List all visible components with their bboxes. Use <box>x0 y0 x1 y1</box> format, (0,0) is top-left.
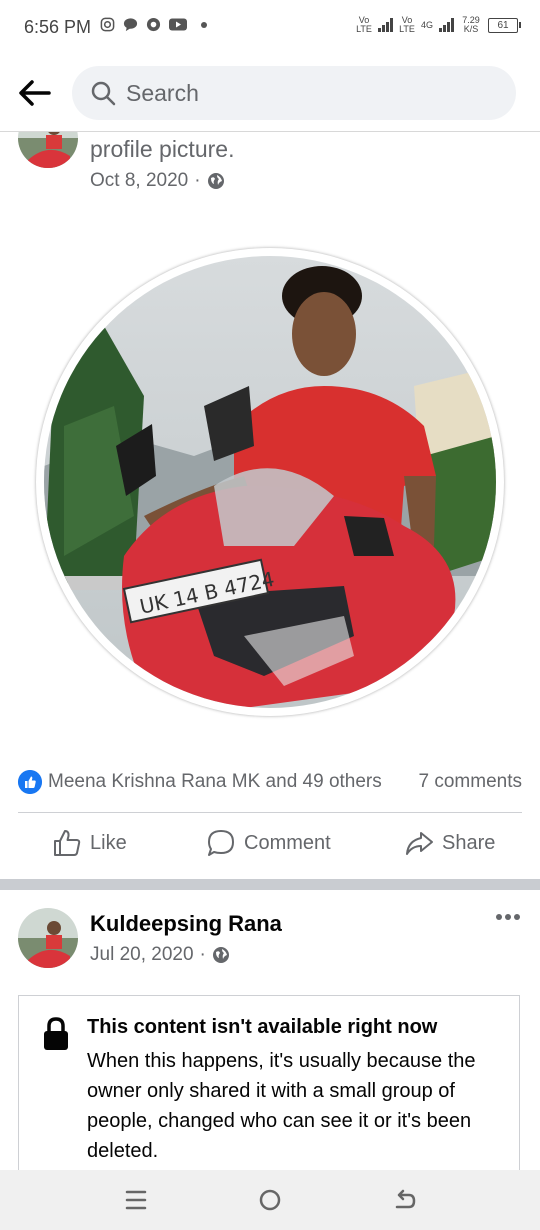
share-icon <box>406 832 433 855</box>
post-author[interactable]: Kuldeepsing Rana <box>90 911 282 937</box>
notification-dot-icon <box>201 21 207 28</box>
back-nav-icon[interactable] <box>391 1188 417 1212</box>
globe-icon <box>212 947 229 963</box>
post-date[interactable]: Jul 20, 2020 <box>90 944 194 966</box>
lock-icon <box>44 1017 68 1050</box>
search-input[interactable]: Search <box>72 66 516 120</box>
search-placeholder: Search <box>126 80 199 106</box>
chrome-icon <box>146 17 161 32</box>
profile-photo: UK 14 B 4724 <box>44 256 496 708</box>
globe-icon <box>207 173 224 189</box>
meta-dot: · <box>199 944 206 965</box>
home-icon[interactable] <box>257 1188 283 1212</box>
comment-label: Comment <box>244 831 331 854</box>
comments-count[interactable]: 7 comments <box>419 771 522 793</box>
unavailable-body: When this happens, it's usually because … <box>87 1050 476 1162</box>
post-date[interactable]: Oct 8, 2020 <box>90 170 188 192</box>
system-nav-bar <box>0 1170 540 1230</box>
unavailable-title: This content isn't available right now <box>87 1016 438 1038</box>
post-meta: Oct 8, 2020 · <box>90 170 225 192</box>
post-text: profile picture. <box>90 136 235 162</box>
like-label: Like <box>90 831 127 854</box>
divider <box>18 812 522 813</box>
post-actions: Like Comment Share <box>0 822 540 870</box>
post-separator <box>0 879 540 890</box>
meta-dot: · <box>194 170 201 191</box>
like-reaction-icon <box>18 770 42 794</box>
battery-icon: 61 <box>488 17 521 33</box>
instagram-icon <box>100 17 115 32</box>
reactions-summary[interactable]: Meena Krishna Rana MK and 49 others 7 co… <box>18 768 522 798</box>
like-icon <box>54 830 81 856</box>
signal-icon <box>439 18 454 32</box>
like-button[interactable]: Like <box>52 828 127 858</box>
avatar[interactable] <box>18 908 78 968</box>
avatar-image <box>18 908 78 968</box>
network-label-2: Vo LTE <box>399 15 415 34</box>
more-icon[interactable] <box>496 910 522 924</box>
signal-icon <box>377 18 393 32</box>
network-label-3: 4G <box>420 20 433 30</box>
search-header: Search <box>0 56 540 132</box>
share-button[interactable]: Share <box>404 828 495 858</box>
chat-icon <box>123 18 138 32</box>
share-label: Share <box>442 831 496 854</box>
search-icon <box>91 81 116 106</box>
status-bar: 6:56 PM Vo LTE Vo LTE 4G 7.29 K/S 61 <box>0 0 540 56</box>
youtube-icon <box>169 18 187 31</box>
post-meta: Jul 20, 2020 · <box>90 944 230 966</box>
back-arrow-icon[interactable] <box>16 74 54 112</box>
network-label-1: Vo LTE <box>356 15 372 34</box>
unavailable-content-card: This content isn't available right now W… <box>18 995 520 1185</box>
network-speed: 7.29 K/S <box>462 15 480 34</box>
reactions-names[interactable]: Meena Krishna Rana MK and 49 others <box>48 771 382 793</box>
comment-icon <box>208 830 234 856</box>
profile-picture[interactable]: UK 14 B 4724 <box>44 256 496 708</box>
menu-icon[interactable] <box>123 1188 149 1212</box>
comment-button[interactable]: Comment <box>206 828 331 858</box>
status-time: 6:56 PM <box>24 17 92 37</box>
